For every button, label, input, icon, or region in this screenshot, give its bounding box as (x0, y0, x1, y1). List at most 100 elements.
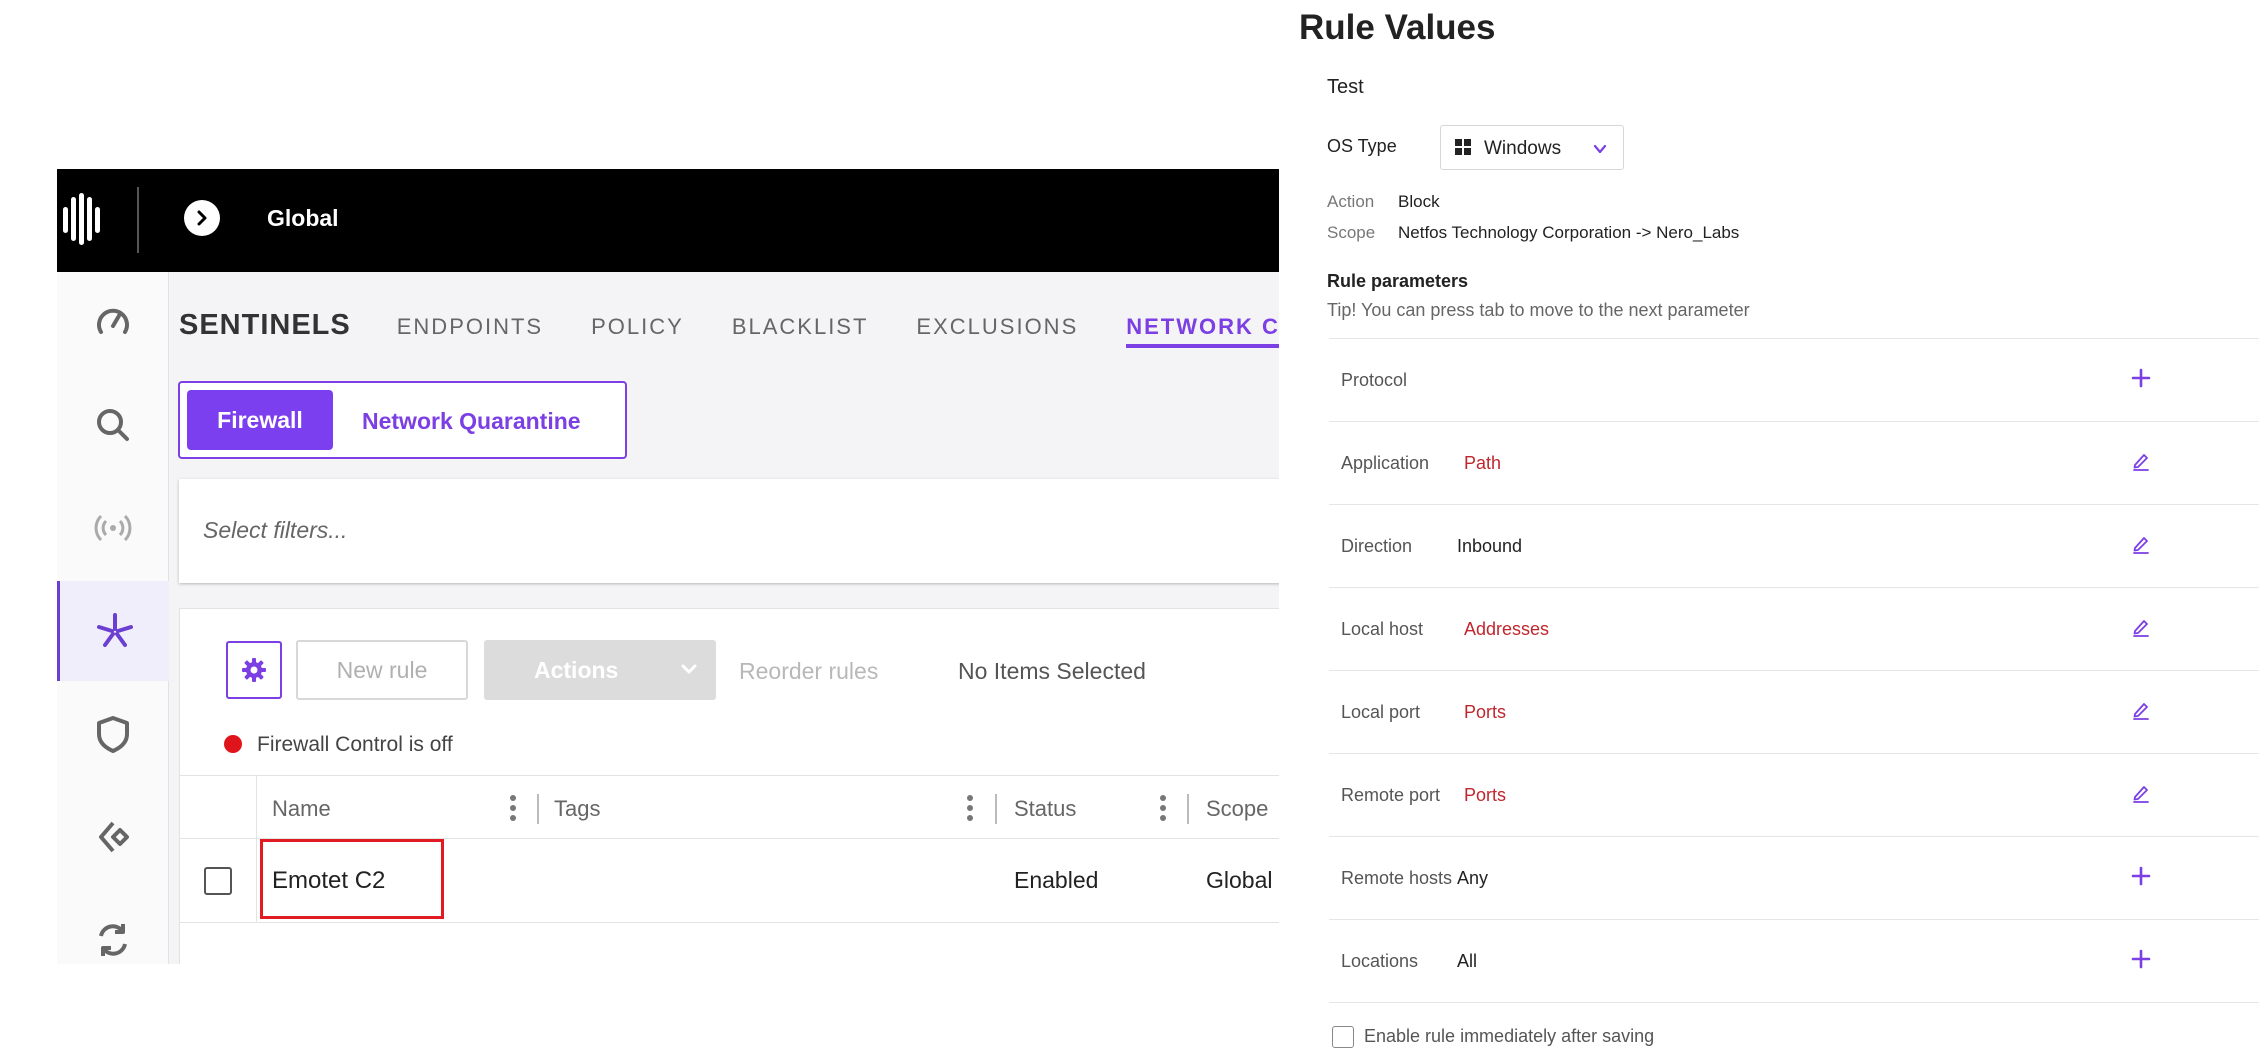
edit-direction-button[interactable] (2129, 532, 2153, 556)
column-header-status[interactable]: Status (1014, 796, 1076, 822)
subtab-firewall[interactable]: Firewall (187, 390, 333, 450)
sidebar-item-sentinels[interactable] (57, 581, 169, 681)
param-row-locations[interactable]: Locations All (1329, 920, 2259, 1003)
pencil-icon (2133, 454, 2149, 471)
sidebar-item-integrations[interactable] (57, 787, 169, 887)
param-value-remote-hosts[interactable]: Any (1457, 868, 1488, 889)
os-type-select[interactable]: Windows (1440, 125, 1624, 170)
sidebar-item-dashboard[interactable] (57, 272, 169, 372)
os-type-label: OS Type (1327, 136, 1397, 156)
param-value-remote-port[interactable]: Ports (1464, 785, 1506, 806)
broadcast-icon (94, 514, 132, 542)
diamond-arrows-icon (99, 821, 129, 853)
edit-remote-port-button[interactable] (2129, 781, 2153, 805)
param-row-local-port[interactable]: Local port Ports (1329, 671, 2259, 754)
firewall-status-dot (224, 735, 242, 753)
column-menu-icon[interactable] (1160, 794, 1166, 822)
plus-icon (2131, 866, 2151, 886)
panel-title: Rule Values (1299, 8, 1496, 47)
rule-parameters-heading: Rule parameters (1327, 271, 1469, 291)
param-row-local-host[interactable]: Local host Addresses (1329, 588, 2259, 671)
param-label-locations: Locations (1341, 951, 1419, 971)
table-row[interactable]: Emotet C2 Enabled Global (180, 839, 1279, 923)
chevron-down-icon (681, 664, 697, 674)
top-bar: Global (57, 169, 1279, 272)
column-divider (256, 776, 257, 840)
gear-icon (242, 658, 266, 682)
sentinelone-logo (63, 193, 100, 245)
edit-application-button[interactable] (2129, 449, 2153, 473)
filter-placeholder: Select filters... (203, 517, 348, 543)
column-header-tags[interactable]: Tags (554, 796, 600, 822)
sidebar-item-automation[interactable] (57, 890, 169, 964)
filter-input[interactable]: Select filters... (179, 479, 1279, 583)
param-value-local-host[interactable]: Addresses (1464, 619, 1549, 640)
column-header-name[interactable]: Name (272, 796, 331, 822)
rule-parameters-list: Protocol Application Path Direction Inbound L… (1329, 338, 2259, 1003)
tab-policy[interactable]: POLICY (591, 314, 684, 340)
subtab-network-quarantine[interactable]: Network Quarantine (362, 408, 581, 435)
reorder-rules-link[interactable]: Reorder rules (739, 658, 878, 685)
os-type-value: Windows (1484, 138, 1562, 159)
param-value-direction[interactable]: Inbound (1457, 536, 1522, 557)
enable-rule-checkbox[interactable] (1332, 1026, 1354, 1048)
column-menu-icon[interactable] (510, 794, 516, 822)
tab-blacklist[interactable]: BLACKLIST (732, 314, 869, 340)
param-value-local-port[interactable]: Ports (1464, 702, 1506, 723)
sidebar-item-security[interactable] (57, 684, 169, 784)
param-label-direction: Direction (1341, 536, 1413, 556)
sidebar (57, 272, 169, 964)
param-label-local-host: Local host (1341, 619, 1424, 639)
expand-scope-button[interactable] (184, 200, 220, 236)
sentinels-heading: SENTINELS (179, 309, 351, 341)
param-row-remote-port[interactable]: Remote port Ports (1329, 754, 2259, 837)
column-header-scope[interactable]: Scope (1206, 796, 1268, 822)
actions-label: Actions (534, 656, 619, 683)
column-resize-handle[interactable] (995, 794, 997, 824)
column-divider (256, 839, 257, 923)
scope-label: Scope (1327, 223, 1376, 242)
shield-icon (97, 716, 129, 753)
edit-local-host-button[interactable] (2129, 615, 2153, 639)
selection-status: No Items Selected (958, 658, 1146, 684)
column-resize-handle[interactable] (537, 794, 539, 824)
rule-name-cell[interactable]: Emotet C2 (272, 867, 385, 895)
param-row-protocol[interactable]: Protocol (1329, 339, 2259, 422)
enable-rule-label[interactable]: Enable rule immediately after saving (1364, 1026, 1654, 1047)
add-locations-button[interactable] (2129, 947, 2153, 971)
rule-scope-cell: Global (1206, 867, 1273, 893)
add-protocol-button[interactable] (2129, 366, 2153, 390)
actions-dropdown[interactable]: Actions (484, 640, 716, 700)
sidebar-item-search[interactable] (57, 375, 169, 475)
scope-title: Global (267, 205, 339, 231)
param-label-remote-hosts: Remote hosts (1341, 868, 1453, 888)
tab-network-control[interactable]: NETWORK CONT (1126, 314, 1279, 348)
row-checkbox[interactable] (204, 867, 232, 895)
column-settings-button[interactable] (226, 641, 282, 699)
main-nav-tabs: SENTINELS ENDPOINTS POLICY BLACKLIST EXC… (179, 309, 1279, 348)
tab-exclusions[interactable]: EXCLUSIONS (916, 314, 1078, 340)
tab-endpoints[interactable]: ENDPOINTS (397, 314, 543, 340)
chevron-right-icon (197, 210, 207, 226)
windows-icon (1455, 139, 1471, 155)
param-row-application[interactable]: Application Path (1329, 422, 2259, 505)
param-label-application: Application (1341, 453, 1430, 473)
firewall-status-text: Firewall Control is off (257, 733, 453, 756)
rule-name: Test (1327, 76, 1364, 98)
chevron-down-icon (1593, 144, 1607, 154)
column-resize-handle[interactable] (1187, 794, 1189, 824)
new-rule-button[interactable]: New rule (296, 640, 468, 700)
param-value-locations[interactable]: All (1457, 951, 1477, 972)
rule-status-cell: Enabled (1014, 867, 1099, 893)
param-label-local-port: Local port (1341, 702, 1421, 722)
edit-local-port-button[interactable] (2129, 698, 2153, 722)
sidebar-item-network[interactable] (57, 478, 169, 578)
add-remote-hosts-button[interactable] (2129, 864, 2153, 888)
plus-icon (2131, 368, 2151, 388)
column-menu-icon[interactable] (967, 794, 973, 822)
param-row-direction[interactable]: Direction Inbound (1329, 505, 2259, 588)
rules-panel: New rule Actions Reorder rules No Items … (179, 608, 1279, 964)
param-value-application[interactable]: Path (1464, 453, 1501, 474)
param-row-remote-hosts[interactable]: Remote hosts Any (1329, 837, 2259, 920)
scope-value: Netfos Technology Corporation -> Nero_La… (1398, 223, 1740, 242)
